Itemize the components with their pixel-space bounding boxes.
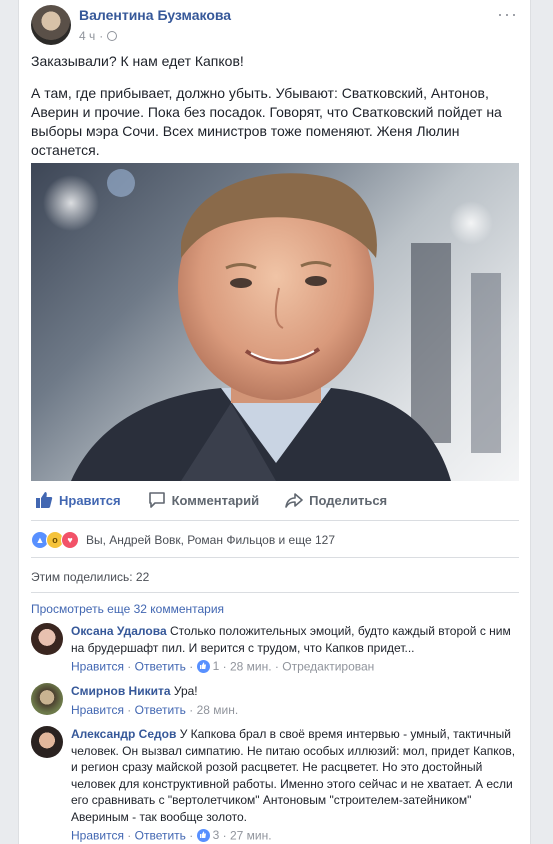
comment-actions: Нравится · Ответить · 3 · 27 мин. (71, 827, 272, 844)
post-paragraph: А там, где прибывает, должно убыть. Убыв… (31, 85, 502, 158)
view-more-comments-link[interactable]: Просмотреть еще 32 комментария (31, 602, 224, 616)
post-photo[interactable] (31, 163, 519, 481)
like-icon (196, 659, 210, 673)
comment-icon (148, 492, 165, 508)
commenter-name[interactable]: Оксана Удалова (71, 624, 167, 638)
share-label: Поделиться (309, 492, 388, 508)
divider (31, 557, 519, 558)
like-label: Нравится (59, 492, 121, 508)
comment-label: Комментарий (171, 492, 260, 508)
globe-icon (107, 31, 118, 41)
comment-like-link[interactable]: Нравится (71, 659, 124, 673)
share-button[interactable]: Поделиться (285, 491, 387, 509)
comment-edited[interactable]: Отредактирован (282, 659, 374, 673)
post-meta: 4 ч · (79, 29, 118, 43)
comment-time[interactable]: 27 мин. (230, 828, 272, 842)
commenter-name[interactable]: Александр Седов (71, 727, 176, 741)
comment-likes[interactable]: 1 (196, 658, 219, 675)
comment-like-link[interactable]: Нравится (71, 703, 124, 717)
post-paragraph: Заказывали? К нам едет Капков! (31, 53, 244, 69)
portrait-photo (43, 169, 501, 481)
like-icon (196, 828, 210, 842)
comment-body: Смирнов Никита Ура! Нравится · Ответить … (71, 683, 519, 718)
like-button[interactable]: Нравится (35, 491, 121, 509)
reactions-summary[interactable]: ▲ o ♥ Вы, Андрей Вовк, Роман Фильцов и е… (31, 531, 335, 549)
more-options-button[interactable]: ··· (497, 4, 518, 25)
divider (31, 592, 519, 593)
comment-button[interactable]: Комментарий (148, 491, 260, 509)
comment-time[interactable]: 28 мин. (230, 659, 272, 673)
comment-body: Оксана Удалова Столько положительных эмо… (71, 623, 519, 675)
post-card: Валентина Бузмакова 4 ч · ··· Заказывали… (18, 0, 531, 844)
commenter-avatar[interactable] (31, 726, 63, 758)
comment-reply-link[interactable]: Ответить (135, 703, 186, 717)
comment-actions: Нравится · Ответить · 28 мин. (71, 702, 239, 717)
comment-text: Ура! (173, 684, 198, 698)
post-time[interactable]: 4 ч (79, 29, 95, 43)
comment-likes[interactable]: 3 (196, 827, 219, 844)
comment-reply-link[interactable]: Ответить (135, 828, 186, 842)
comment-time[interactable]: 28 мин. (197, 703, 239, 717)
comment-like-link[interactable]: Нравится (71, 828, 124, 842)
comment-reply-link[interactable]: Ответить (135, 659, 186, 673)
commenter-avatar[interactable] (31, 623, 63, 655)
shares-count[interactable]: Этим поделились: 22 (31, 570, 149, 584)
commenter-avatar[interactable] (31, 683, 63, 715)
post-actions: Нравится Комментарий Поделиться (31, 487, 519, 513)
reaction-icons: ▲ o ♥ (31, 531, 79, 549)
comment-body: Александр Седов У Капкова брал в своё вр… (71, 726, 519, 844)
author-name[interactable]: Валентина Бузмакова (79, 7, 231, 23)
share-icon (285, 493, 303, 508)
divider (31, 520, 519, 521)
comment-text: У Капкова брал в своё время интервью - у… (71, 727, 516, 824)
post-text: Заказывали? К нам едет Капков! А там, гд… (31, 52, 521, 173)
love-icon: ♥ (61, 531, 79, 549)
comment-actions: Нравится · Ответить · 1 · 28 мин. · Отре… (71, 658, 375, 675)
reactions-text[interactable]: Вы, Андрей Вовк, Роман Фильцов и еще 127 (86, 533, 335, 547)
author-avatar[interactable] (31, 5, 71, 45)
thumbs-up-icon (36, 492, 53, 508)
commenter-name[interactable]: Смирнов Никита (71, 684, 171, 698)
